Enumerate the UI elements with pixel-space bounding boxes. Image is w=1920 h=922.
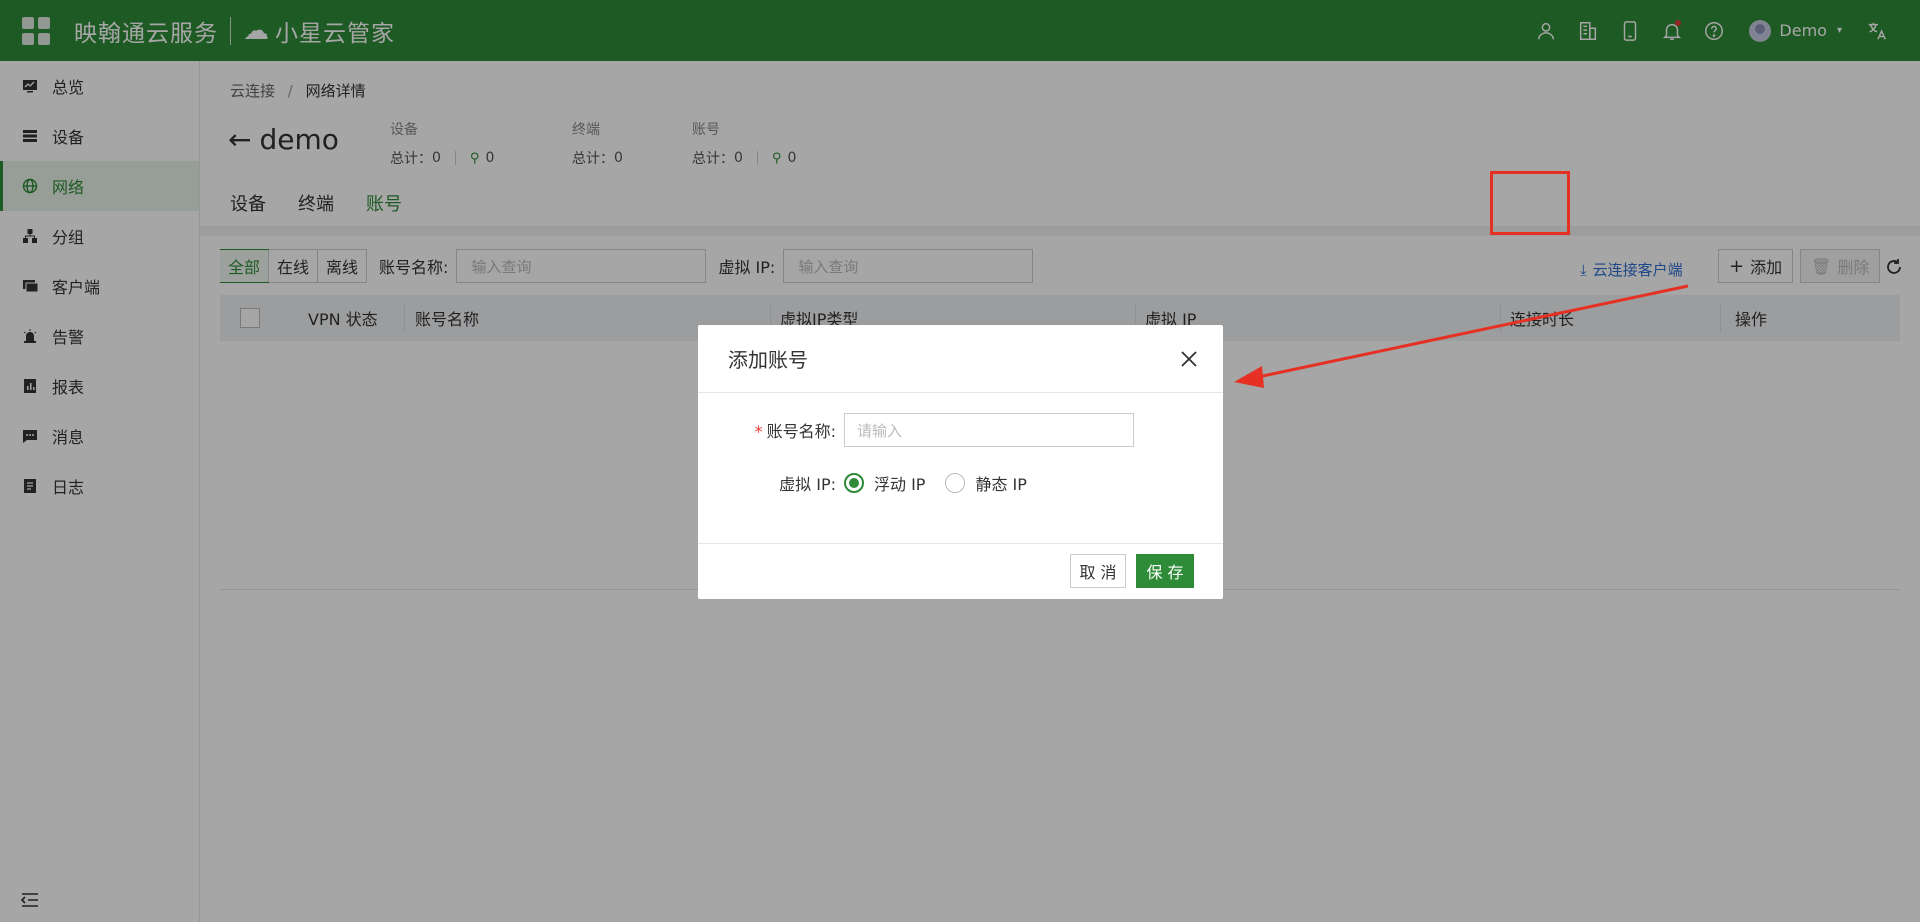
account-name-input[interactable]: 请输入 — [844, 413, 1134, 447]
dialog-body: * 账号名称: 请输入 虚拟 IP: 浮动 IP 静态 IP — [698, 393, 1223, 543]
radio-button[interactable] — [945, 473, 966, 493]
save-button[interactable]: 保 存 — [1136, 554, 1194, 588]
account-name-label-text: 账号名称: — [766, 422, 836, 441]
dialog-title: 添加账号 — [728, 348, 808, 372]
radio-label: 静态 IP — [975, 475, 1027, 494]
add-account-dialog: 添加账号 * 账号名称: 请输入 虚拟 IP: 浮动 IP 静态 IP 取 消 保… — [698, 325, 1223, 599]
dialog-header: 添加账号 — [698, 325, 1223, 393]
account-name-label: * 账号名称: — [698, 418, 844, 442]
close-icon[interactable] — [1179, 349, 1199, 369]
cancel-button[interactable]: 取 消 — [1070, 554, 1126, 588]
radio-static-ip[interactable]: 静态 IP — [945, 471, 1027, 495]
required-mark: * — [754, 422, 763, 441]
radio-floating-ip[interactable]: 浮动 IP — [844, 471, 925, 495]
account-name-row: * 账号名称: 请输入 — [698, 413, 1134, 447]
radio-label: 浮动 IP — [874, 475, 926, 494]
annotation-highlight-box — [1490, 171, 1570, 235]
virtual-ip-row: 虚拟 IP: 浮动 IP 静态 IP — [698, 471, 1047, 495]
radio-button-checked[interactable] — [844, 473, 864, 493]
virtual-ip-label: 虚拟 IP: — [779, 475, 836, 494]
dialog-footer: 取 消 保 存 — [698, 543, 1223, 599]
